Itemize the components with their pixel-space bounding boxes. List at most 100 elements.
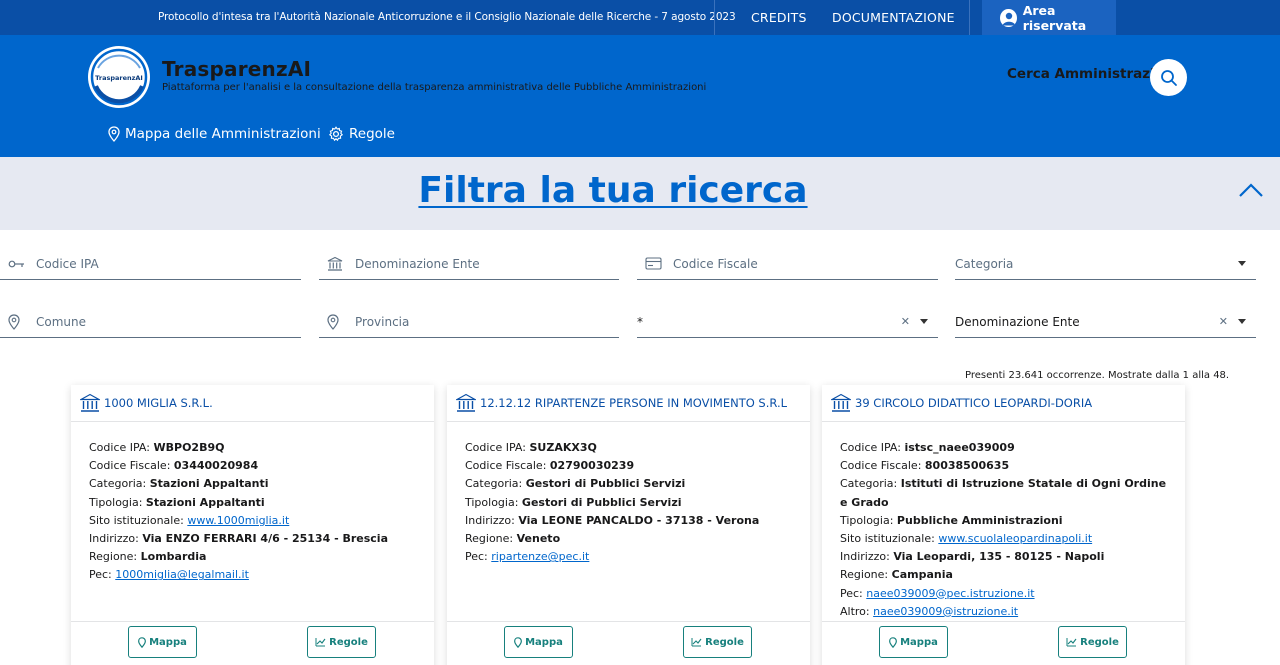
chevron-up-icon[interactable]: [1239, 183, 1263, 197]
card-body: Codice IPA: SUZAKX3Q Codice Fiscale: 027…: [465, 441, 760, 564]
map-pin-icon: [138, 636, 147, 648]
indirizzo-value: Via ENZO FERRARI 4/6 - 25134 - Brescia: [142, 532, 388, 546]
pec-link[interactable]: ripartenze@pec.it: [491, 550, 589, 563]
chevron-down-icon[interactable]: [920, 319, 928, 324]
provincia-placeholder: Provincia: [355, 314, 410, 329]
mappa-button[interactable]: Mappa: [879, 626, 948, 658]
categoria-value: Gestori di Pubblici Servizi: [525, 477, 686, 491]
comune-input[interactable]: Comune: [0, 306, 301, 338]
categoria-value: Stazioni Appaltanti: [149, 477, 269, 491]
mappa-button[interactable]: Mappa: [504, 626, 573, 658]
map-pin-icon: [319, 313, 355, 330]
sort-value: Denominazione Ente: [955, 314, 1080, 329]
search-button[interactable]: [1150, 59, 1187, 96]
result-card: 39 CIRCOLO DIDATTICO LEOPARDI-DORIA Codi…: [822, 385, 1185, 665]
chevron-down-icon: [1238, 261, 1246, 266]
nav-mappa-amministrazioni[interactable]: Mappa delle Amministrazioni: [108, 126, 321, 142]
codice-ipa-value: WBPO2B9Q: [153, 441, 225, 454]
provincia-input[interactable]: Provincia: [319, 306, 619, 338]
sito-link[interactable]: www.scuolaleopardinapoli.it: [938, 532, 1092, 545]
codice-fiscale-value: 03440020984: [173, 459, 259, 473]
top-bar: Protocollo d'intesa tra l'Autorità Nazio…: [0, 0, 1280, 35]
user-icon: [1000, 8, 1017, 27]
gear-icon: [328, 126, 344, 142]
map-pin-icon: [889, 636, 898, 648]
logo[interactable]: TrasparenzAI: [88, 46, 150, 108]
protocol-link[interactable]: Protocollo d'intesa tra l'Autorità Nazio…: [158, 0, 736, 35]
results-info: Presenti 23.641 occorrenze. Mostrate dal…: [965, 370, 1230, 381]
mappa-button[interactable]: Mappa: [128, 626, 197, 658]
regole-button[interactable]: Regole: [683, 626, 752, 658]
result-card: 1000 MIGLIA S.R.L. Codice IPA: WBPO2B9Q …: [71, 385, 434, 665]
comune-placeholder: Comune: [36, 314, 87, 329]
tipologia-value: Pubbliche Amministrazioni: [896, 513, 1063, 527]
denominazione-placeholder: Denominazione Ente: [355, 256, 480, 271]
institution-icon: [80, 393, 100, 412]
clear-icon[interactable]: ✕: [1219, 315, 1228, 328]
area-riservata-button[interactable]: Area riservata: [982, 0, 1116, 35]
map-pin-icon: [0, 313, 36, 330]
regione-value: Lombardia: [140, 550, 207, 564]
codice-fiscale-input[interactable]: Codice Fiscale: [637, 248, 938, 280]
key-icon: [0, 259, 36, 269]
chart-line-icon: [315, 638, 326, 647]
credits-link[interactable]: CREDITS: [751, 0, 807, 35]
institution-icon: [456, 393, 476, 412]
card-header[interactable]: 1000 MIGLIA S.R.L.: [71, 385, 434, 422]
institution-icon: [831, 393, 851, 412]
codice-fiscale-placeholder: Codice Fiscale: [673, 256, 758, 271]
nav-regole-label: Regole: [349, 126, 395, 142]
pec-link[interactable]: 1000miglia@legalmail.it: [115, 568, 249, 581]
site-subtitle: Piattaforma per l'analisi e la consultaz…: [162, 82, 707, 93]
codice-fiscale-value: 02790030239: [549, 459, 635, 473]
card-body: Codice IPA: istsc_naee039009 Codice Fisc…: [840, 441, 1167, 618]
indirizzo-value: Via Leopardi, 135 - 80125 - Napoli: [893, 550, 1105, 564]
chart-line-icon: [1066, 638, 1077, 647]
card-header[interactable]: 12.12.12 RIPARTENZE PERSONE IN MOVIMENTO…: [447, 385, 810, 422]
result-card: 12.12.12 RIPARTENZE PERSONE IN MOVIMENTO…: [447, 385, 810, 665]
logo-text: TrasparenzAI: [95, 74, 143, 82]
card-footer: Mappa Regole: [447, 621, 810, 665]
altro-link[interactable]: naee039009@istruzione.it: [873, 605, 1018, 618]
institution-icon: [319, 256, 355, 272]
regole-button[interactable]: Regole: [1058, 626, 1127, 658]
wildcard-select[interactable]: * ✕: [637, 306, 938, 338]
card-title: 12.12.12 RIPARTENZE PERSONE IN MOVIMENTO…: [480, 396, 788, 410]
codice-fiscale-value: 80038500635: [924, 459, 1010, 473]
card-body: Codice IPA: WBPO2B9Q Codice Fiscale: 034…: [89, 441, 388, 582]
pec-link[interactable]: naee039009@pec.istruzione.it: [866, 587, 1034, 600]
tipologia-value: Gestori di Pubblici Servizi: [521, 495, 682, 509]
card-title: 1000 MIGLIA S.R.L.: [104, 396, 213, 410]
card-footer: Mappa Regole: [71, 621, 434, 665]
divider: [714, 0, 715, 35]
denominazione-input[interactable]: Denominazione Ente: [319, 248, 619, 280]
nav-regole[interactable]: Regole: [328, 126, 395, 142]
documentazione-link[interactable]: DOCUMENTAZIONE: [832, 0, 955, 35]
chart-line-icon: [691, 638, 702, 647]
codice-ipa-placeholder: Codice IPA: [36, 256, 99, 271]
divider: [969, 0, 970, 35]
categoria-select[interactable]: Categoria: [955, 248, 1256, 280]
map-pin-icon: [108, 126, 120, 142]
chevron-down-icon[interactable]: [1238, 319, 1246, 324]
regione-value: Veneto: [516, 532, 561, 546]
card-icon: [637, 257, 673, 270]
regione-value: Campania: [891, 568, 953, 582]
map-pin-icon: [514, 636, 523, 648]
clear-icon[interactable]: ✕: [901, 315, 910, 328]
sito-link[interactable]: www.1000miglia.it: [187, 514, 289, 527]
codice-ipa-value: istsc_naee039009: [904, 441, 1015, 454]
tipologia-value: Stazioni Appaltanti: [145, 495, 265, 509]
sort-select[interactable]: Denominazione Ente ✕: [955, 306, 1256, 338]
search-icon: [1160, 69, 1177, 86]
card-header[interactable]: 39 CIRCOLO DIDATTICO LEOPARDI-DORIA: [822, 385, 1185, 422]
regole-button[interactable]: Regole: [307, 626, 376, 658]
filter-title[interactable]: Filtra la tua ricerca: [0, 170, 1226, 211]
site-title[interactable]: TrasparenzAI: [162, 57, 311, 81]
wildcard-value: *: [637, 314, 643, 329]
card-title: 39 CIRCOLO DIDATTICO LEOPARDI-DORIA: [855, 396, 1093, 410]
codice-ipa-input[interactable]: Codice IPA: [0, 248, 301, 280]
indirizzo-value: Via LEONE PANCALDO - 37138 - Verona: [518, 513, 760, 527]
nav-mappa-label: Mappa delle Amministrazioni: [125, 126, 321, 142]
area-riservata-label: Area riservata: [1022, 2, 1087, 33]
